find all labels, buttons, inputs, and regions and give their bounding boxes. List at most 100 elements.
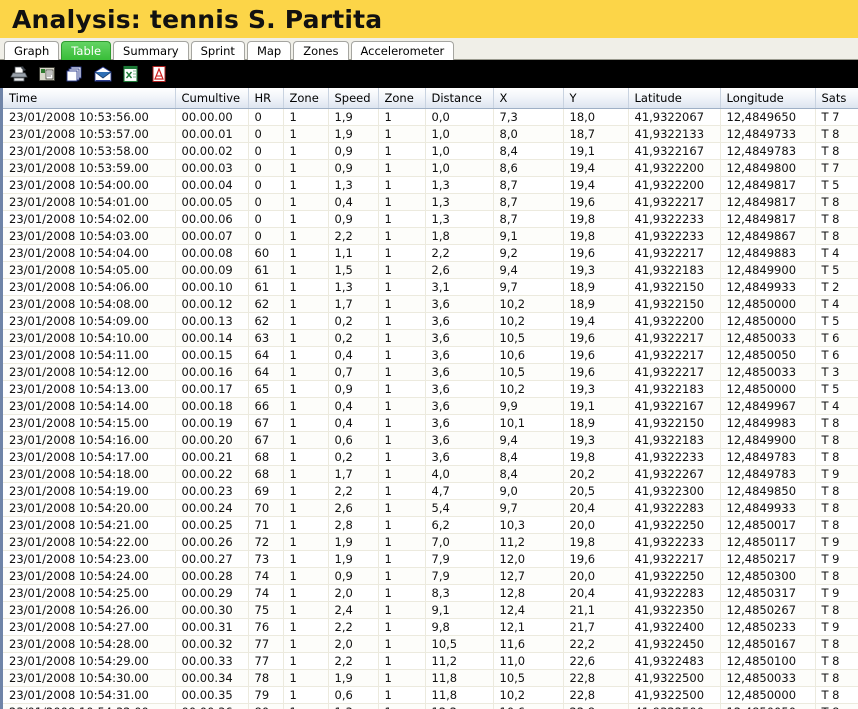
table-cell: 00.00.15: [175, 346, 249, 364]
table-row[interactable]: 23/01/2008 10:54:05.00 00.00.09 61 1 1,5 1 2,6…: [3, 261, 858, 279]
table-cell: 19,8: [563, 448, 629, 466]
column-header[interactable]: Zone: [378, 88, 426, 109]
table-cell: 1,9: [328, 125, 379, 143]
tab-zones[interactable]: Zones: [293, 41, 349, 60]
tab-summary[interactable]: Summary: [113, 41, 189, 60]
table-cell: 10,2: [493, 312, 564, 330]
table-cell: 1: [378, 567, 426, 585]
column-header[interactable]: X: [493, 88, 564, 109]
tab-accelerometer[interactable]: Accelerometer: [350, 41, 455, 60]
column-header[interactable]: Speed: [328, 88, 379, 109]
column-header[interactable]: Time: [3, 88, 176, 109]
export-excel-icon[interactable]: [120, 63, 142, 85]
tab-table[interactable]: Table: [61, 41, 112, 60]
table-row[interactable]: 23/01/2008 10:54:12.00 00.00.16 64 1 0,7 1 3,6…: [3, 363, 858, 381]
table-row[interactable]: 23/01/2008 10:54:19.00 00.00.23 69 1 2,2 1 4,7…: [3, 482, 858, 500]
table-cell: 0,6: [328, 686, 379, 704]
table-cell: 61: [248, 278, 284, 296]
column-header[interactable]: Y: [563, 88, 629, 109]
table-row[interactable]: 23/01/2008 10:53:58.00 00.00.02 0 1 0,9 1 1,0 8…: [3, 142, 858, 160]
table-cell: 1,9: [328, 108, 379, 126]
table-cell: 2,6: [425, 261, 494, 279]
table-row[interactable]: 23/01/2008 10:54:02.00 00.00.06 0 1 0,9 1 1,3 8…: [3, 210, 858, 228]
table-cell: 0,9: [328, 159, 379, 177]
export-pdf-icon[interactable]: [148, 63, 170, 85]
column-header[interactable]: Latitude: [628, 88, 721, 109]
table-cell: 20,4: [563, 499, 629, 517]
table-cell: T 8: [815, 142, 858, 160]
table-cell: 2,4: [328, 601, 379, 619]
tab-sprint[interactable]: Sprint: [190, 41, 245, 60]
table-row[interactable]: 23/01/2008 10:54:27.00 00.00.31 76 1 2,2 1 9,8…: [3, 618, 858, 636]
table-cell: 23/01/2008 10:54:20.00: [3, 499, 176, 517]
table-row[interactable]: 23/01/2008 10:54:26.00 00.00.30 75 1 2,4 1 9,1…: [3, 601, 858, 619]
table-cell: 41,9322283: [628, 499, 721, 517]
table-row[interactable]: 23/01/2008 10:54:32.0000.00.368011,3112,…: [3, 703, 858, 709]
table-row[interactable]: 23/01/2008 10:54:22.00 00.00.26 72 1 1,9 1 7,0…: [3, 533, 858, 551]
table-cell: 00.00.19: [175, 414, 249, 432]
column-header[interactable]: Distance: [425, 88, 494, 109]
table-row[interactable]: 23/01/2008 10:54:25.00 00.00.29 74 1 2,0 1 8,3…: [3, 584, 858, 602]
table-row[interactable]: 23/01/2008 10:54:20.00 00.00.24 70 1 2,6 1 5,4…: [3, 499, 858, 517]
table-row[interactable]: 23/01/2008 10:54:29.00 00.00.33 77 1 2,2 1 11,…: [3, 652, 858, 670]
table-row[interactable]: 23/01/2008 10:54:24.00 00.00.28 74 1 0,9 1 7,9…: [3, 567, 858, 585]
table-row[interactable]: 23/01/2008 10:54:09.00 00.00.13 62 1 0,2 1 3,6…: [3, 312, 858, 330]
table-cell: 23/01/2008 10:54:01.00: [3, 193, 176, 211]
data-table-scroll-area[interactable]: Time Cumultive HR Zone Speed Zone Distance X Y La…: [0, 88, 858, 709]
table-row[interactable]: 23/01/2008 10:54:15.00 00.00.19 67 1 0,4 1 3,6…: [3, 414, 858, 432]
column-header[interactable]: HR: [248, 88, 284, 109]
table-cell: 12,4850267: [720, 601, 816, 619]
table-row[interactable]: 23/01/2008 10:54:04.00 00.00.08 60 1 1,1 1 2,2…: [3, 244, 858, 262]
column-header[interactable]: Sats: [815, 88, 858, 109]
table-cell: 1: [378, 312, 426, 330]
column-header[interactable]: Zone: [283, 88, 329, 109]
table-cell: 41,9322450: [628, 635, 721, 653]
table-cell: 62: [248, 295, 284, 313]
table-cell: 1: [283, 499, 329, 517]
table-cell: 11,8: [425, 686, 494, 704]
table-cell: 1: [283, 703, 329, 709]
table-cell: 12,4849933: [720, 499, 816, 517]
table-row[interactable]: 23/01/2008 10:53:56.00 00.00.00 0 1 1,9 1 0,0 7…: [3, 108, 858, 126]
table-row[interactable]: 23/01/2008 10:54:08.00 00.00.12 62 1 1,7 1 3,6…: [3, 295, 858, 313]
table-row[interactable]: 23/01/2008 10:54:23.00 00.00.27 73 1 1,9 1 7,9…: [3, 550, 858, 568]
email-icon[interactable]: [92, 63, 114, 85]
table-row[interactable]: 23/01/2008 10:54:30.00 00.00.34 78 1 1,9 1 11,…: [3, 669, 858, 687]
table-cell: T 5: [815, 261, 858, 279]
column-header[interactable]: Longitude: [720, 88, 816, 109]
table-row[interactable]: 23/01/2008 10:54:01.00 00.00.05 0 1 0,4 1 1,3 8…: [3, 193, 858, 211]
table-cell: 23/01/2008 10:54:26.00: [3, 601, 176, 619]
tab-graph[interactable]: Graph: [4, 41, 60, 60]
table-row[interactable]: 23/01/2008 10:54:14.00 00.00.18 66 1 0,4 1 3,6…: [3, 397, 858, 415]
table-cell: 10,5: [493, 329, 564, 347]
tab-map[interactable]: Map: [246, 41, 292, 60]
table-row[interactable]: 23/01/2008 10:54:31.00 00.00.35 79 1 0,6 1 11,…: [3, 686, 858, 704]
table-row[interactable]: 23/01/2008 10:54:00.00 00.00.04 0 1 1,3 1 1,3 8…: [3, 176, 858, 194]
table-cell: 0: [248, 193, 284, 211]
table-row[interactable]: 23/01/2008 10:54:17.00 00.00.21 68 1 0,2 1 3,6…: [3, 448, 858, 466]
table-row[interactable]: 23/01/2008 10:53:59.00 00.00.03 0 1 0,9 1 1,0 8…: [3, 159, 858, 177]
table-row[interactable]: 23/01/2008 10:54:21.00 00.00.25 71 1 2,8 1 6,2…: [3, 516, 858, 534]
table-row[interactable]: 23/01/2008 10:54:18.00 00.00.22 68 1 1,7 1 4,0…: [3, 465, 858, 483]
print-preview-icon[interactable]: [36, 63, 58, 85]
column-header[interactable]: Cumultive: [175, 88, 249, 109]
table-cell: 1: [283, 210, 329, 228]
copy-icon[interactable]: [64, 63, 86, 85]
table-cell: 12,4850000: [720, 686, 816, 704]
table-row[interactable]: 23/01/2008 10:54:28.00 00.00.32 77 1 2,0 1 10,…: [3, 635, 858, 653]
print-icon[interactable]: [8, 63, 30, 85]
table-cell: 8,4: [493, 448, 564, 466]
table-cell: T 8: [815, 448, 858, 466]
table-row[interactable]: 23/01/2008 10:54:03.00 00.00.07 0 1 2,2 1 1,8 9…: [3, 227, 858, 245]
table-cell: 1: [378, 652, 426, 670]
table-cell: 41,9322300: [628, 482, 721, 500]
table-row[interactable]: 23/01/2008 10:54:06.00 00.00.10 61 1 1,3 1 3,1…: [3, 278, 858, 296]
table-row[interactable]: 23/01/2008 10:54:13.00 00.00.17 65 1 0,9 1 3,6…: [3, 380, 858, 398]
table-row[interactable]: 23/01/2008 10:54:16.00 00.00.20 67 1 0,6 1 3,6…: [3, 431, 858, 449]
table-row[interactable]: 23/01/2008 10:54:11.00 00.00.15 64 1 0,4 1 3,6…: [3, 346, 858, 364]
table-row[interactable]: 23/01/2008 10:54:10.00 00.00.14 63 1 0,2 1 3,6…: [3, 329, 858, 347]
table-cell: 23/01/2008 10:54:02.00: [3, 210, 176, 228]
table-cell: 19,4: [563, 159, 629, 177]
table-row[interactable]: 23/01/2008 10:53:57.00 00.00.01 0 1 1,9 1 1,0 8…: [3, 125, 858, 143]
table-cell: 23/01/2008 10:53:59.00: [3, 159, 176, 177]
